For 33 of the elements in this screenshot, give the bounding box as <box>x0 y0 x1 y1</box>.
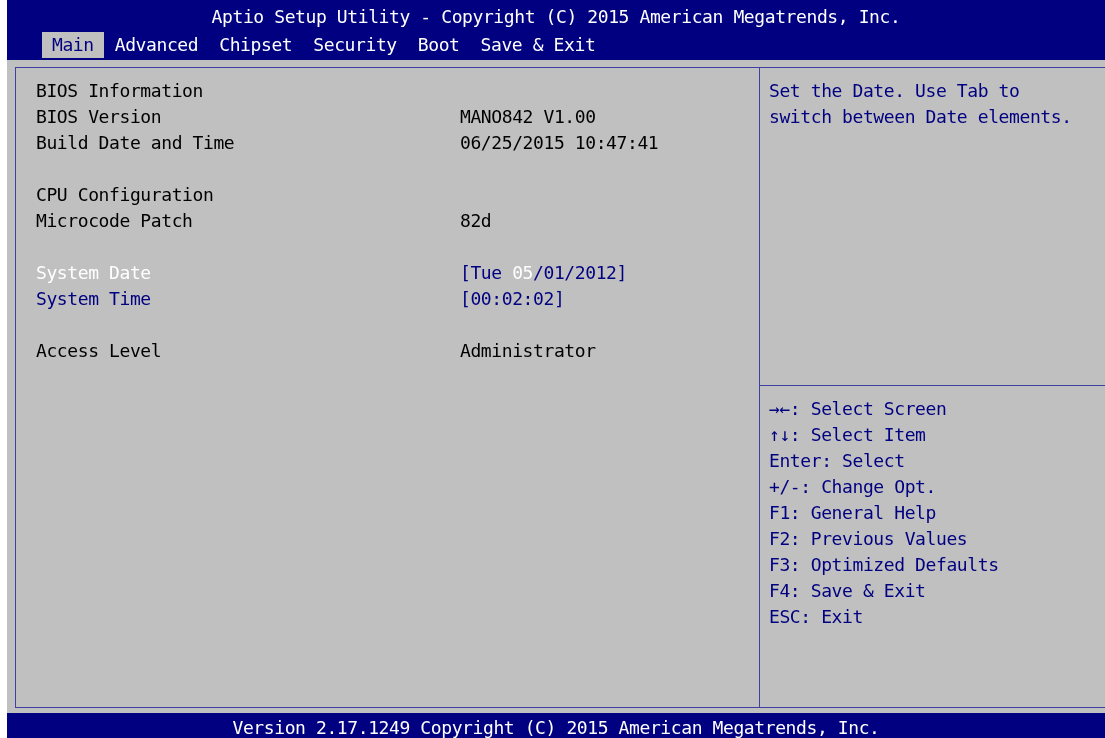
info-value: Administrator <box>460 339 596 363</box>
setting-value[interactable]: /01/2012] <box>533 260 627 286</box>
menu-tab[interactable]: Chipset <box>209 32 303 58</box>
menu-tab[interactable]: Boot <box>407 32 470 58</box>
setting-value[interactable]: [00:02:02] <box>460 286 565 312</box>
key-hint: F3: Optimized Defaults <box>769 553 1000 577</box>
menu-tab[interactable]: Advanced <box>104 32 209 58</box>
menu-tab[interactable]: Security <box>303 32 407 58</box>
info-label: Microcode Patch <box>36 209 194 233</box>
key-hint: ESC: Exit <box>769 605 864 629</box>
key-hint: +/-: Change Opt. <box>769 475 937 499</box>
help-text: switch between Date elements. <box>769 105 1073 129</box>
key-hint: F1: General Help <box>769 501 937 525</box>
setting-label[interactable]: System Time <box>36 286 460 312</box>
menu-tab[interactable]: Main <box>42 32 104 58</box>
info-label: Access Level <box>36 339 163 363</box>
setting-value[interactable]: [Tue <box>460 260 513 286</box>
menu-tab[interactable]: Save & Exit <box>470 32 606 58</box>
help-text: Set the Date. Use Tab to <box>769 79 1021 103</box>
section-heading: BIOS Information <box>36 79 204 103</box>
info-label: BIOS Version <box>36 105 163 129</box>
info-label: Build Date and Time <box>36 131 236 155</box>
section-heading: CPU Configuration <box>36 183 215 207</box>
key-hint: →←: Select Screen <box>769 397 948 421</box>
key-hint: F4: Save & Exit <box>769 579 927 603</box>
info-value: 82d <box>460 209 492 233</box>
info-value: MANO842 V1.00 <box>460 105 596 129</box>
key-hint: Enter: Select <box>769 449 906 473</box>
key-hint: ↑↓: Select Item <box>769 423 927 447</box>
info-value: 06/25/2015 10:47:41 <box>460 131 659 155</box>
window-title: Aptio Setup Utility - Copyright (C) 2015 American Megatrends, Inc. <box>210 5 902 29</box>
key-hint: F2: Previous Values <box>769 527 969 551</box>
version-text: Version 2.17.1249 Copyright (C) 2015 American Megatrends, Inc. <box>232 717 880 738</box>
